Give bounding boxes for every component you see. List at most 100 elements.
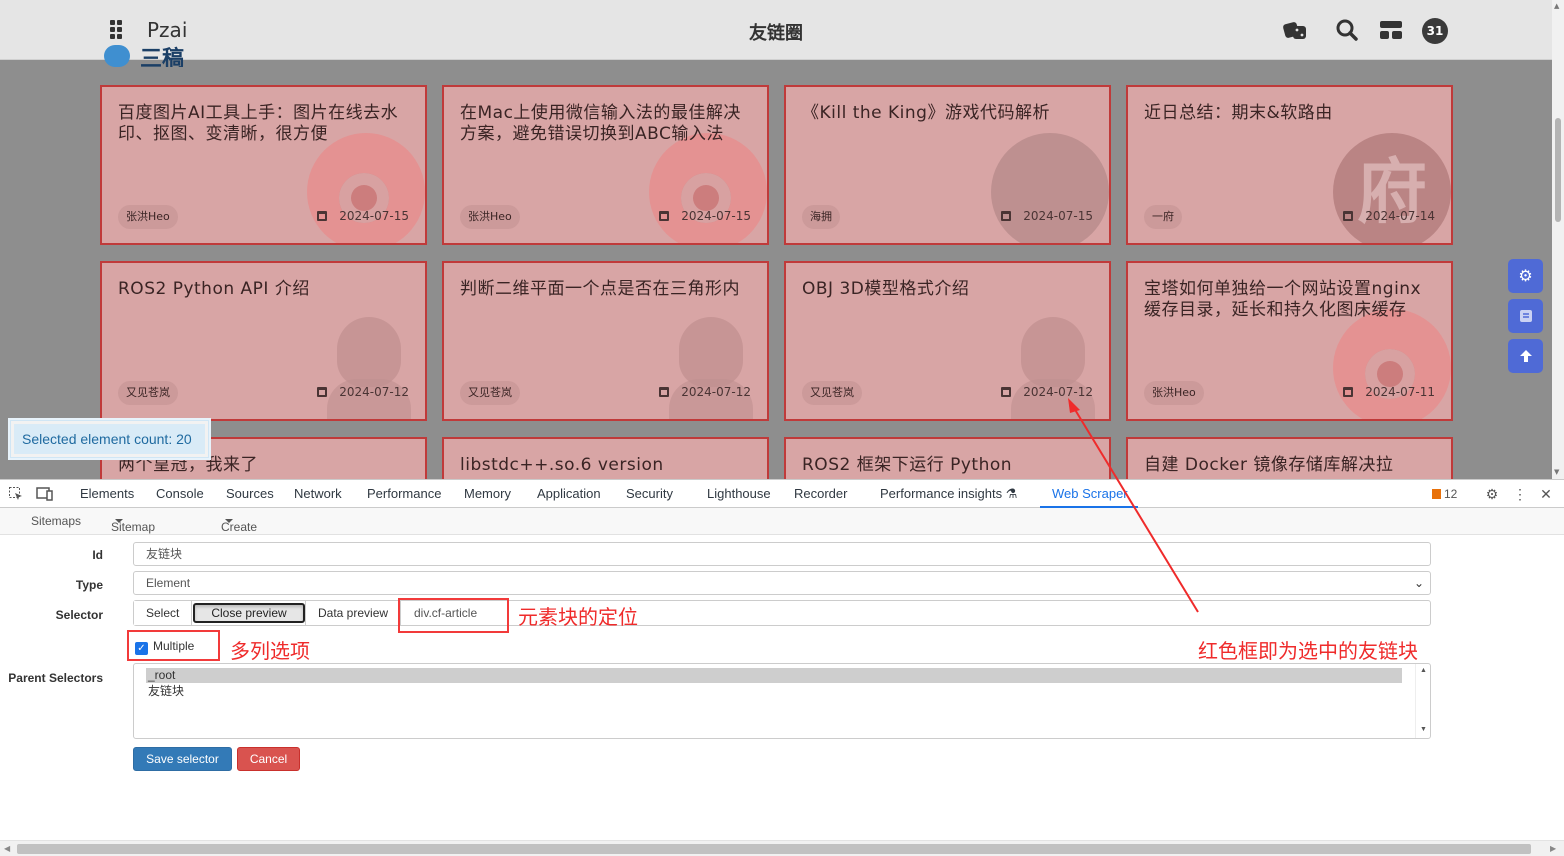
search-icon[interactable] <box>1335 18 1361 42</box>
card-date-text: 2024-07-12 <box>339 385 409 399</box>
author-avatar <box>991 309 1109 419</box>
close-devtools-icon[interactable]: ✕ <box>1538 486 1554 502</box>
author-avatar <box>1333 309 1451 419</box>
scroll-left-icon[interactable]: ◀ <box>4 844 10 853</box>
friend-card[interactable]: 在Mac上使用微信输入法的最佳解决方案，避免错误切换到ABC输入法张洪Heo 20… <box>442 85 769 245</box>
save-selector-button[interactable]: Save selector <box>133 747 232 771</box>
tab-memory[interactable]: Memory <box>464 486 511 501</box>
more-options-icon[interactable]: ⋮ <box>1512 486 1528 502</box>
friend-card[interactable]: 《Kill the King》游戏代码解析 海拥 2024-07-15 <box>784 85 1111 245</box>
card-title[interactable]: ROS2 框架下运行 Python <box>802 455 1093 476</box>
card-date-text: 2024-07-14 <box>1365 209 1435 223</box>
site-header: Pzai 友链圈 31 <box>0 0 1552 60</box>
notification-badge[interactable]: 31 <box>1422 18 1448 44</box>
card-title[interactable]: ROS2 Python API 介绍 <box>118 279 409 300</box>
card-title[interactable]: libstdc++.so.6 version <box>460 455 751 476</box>
calendar-icon <box>659 387 670 397</box>
card-title[interactable]: 宝塔如何单独给一个网站设置nginx缓存目录，延长和持久化图床缓存 <box>1144 279 1435 321</box>
page-scrollbar-thumb[interactable] <box>1555 118 1561 222</box>
author-tag[interactable]: 又见苍岚 <box>802 381 862 405</box>
device-toolbar-icon[interactable] <box>36 486 53 502</box>
close-preview-button[interactable]: Close preview <box>193 603 305 623</box>
card-title[interactable]: 两个皇冠，我来了 <box>118 455 409 476</box>
calendar-icon <box>1343 211 1354 221</box>
nav-create-sitemap[interactable]: Create new sitemap <box>221 514 263 562</box>
parent-option-root[interactable]: _root <box>146 668 1402 683</box>
site-brand[interactable]: Pzai <box>147 18 187 42</box>
tab-console[interactable]: Console <box>156 486 204 501</box>
tab-lighthouse[interactable]: Lighthouse <box>707 486 771 501</box>
friend-card[interactable]: 百度图片AI工具上手：图片在线去水印、抠图、变清晰，很方便 张洪Heo 2024-0… <box>100 85 427 245</box>
section-icon <box>104 45 130 67</box>
parent-selectors-list[interactable]: _root 友链块 ▲ ▼ <box>133 663 1431 739</box>
card-title[interactable]: 《Kill the King》游戏代码解析 <box>802 103 1093 124</box>
id-input[interactable]: 友链块 <box>133 542 1431 566</box>
inspect-element-icon[interactable] <box>8 486 24 502</box>
calendar-icon <box>1343 387 1354 397</box>
issues-counter[interactable]: 12 <box>1432 487 1457 501</box>
tab-performance[interactable]: Performance <box>367 486 441 501</box>
card-title[interactable]: 在Mac上使用微信输入法的最佳解决方案，避免错误切换到ABC输入法 <box>460 103 751 145</box>
friend-card[interactable]: OBJ 3D模型格式介绍 又见苍岚 2024-07-12 <box>784 261 1111 421</box>
tab-security[interactable]: Security <box>626 486 673 501</box>
page-scrollbar[interactable]: ▲ ▼ <box>1552 0 1564 479</box>
friend-card[interactable]: ROS2 框架下运行 Python <box>784 437 1111 479</box>
tab-performance-insights[interactable]: Performance insights ⚗ <box>880 486 1017 502</box>
card-title[interactable]: OBJ 3D模型格式介绍 <box>802 279 1093 300</box>
card-date-text: 2024-07-12 <box>681 385 751 399</box>
author-avatar <box>649 133 767 243</box>
horizontal-scrollbar-thumb[interactable] <box>17 844 1531 854</box>
nav-sitemap-blog[interactable]: Sitemap blog <box>111 514 155 548</box>
friend-card[interactable]: 判断二维平面一个点是否在三角形内 又见苍岚 2024-07-12 <box>442 261 769 421</box>
author-tag[interactable]: 张洪Heo <box>460 205 520 229</box>
menu-icon[interactable] <box>110 20 124 40</box>
horizontal-scrollbar[interactable]: ◀ ▶ <box>0 840 1564 856</box>
select-button[interactable]: Select <box>134 601 193 625</box>
author-tag[interactable]: 一府 <box>1144 205 1182 229</box>
cancel-button[interactable]: Cancel <box>237 747 300 771</box>
card-date-text: 2024-07-15 <box>681 209 751 223</box>
card-title[interactable]: 近日总结：期末&软路由 <box>1144 103 1435 124</box>
tab-web-scraper[interactable]: Web Scraper <box>1052 486 1128 501</box>
tab-sources[interactable]: Sources <box>226 486 274 501</box>
card-title[interactable]: 自建 Docker 镜像存储库解决拉 <box>1144 455 1435 476</box>
card-date-text: 2024-07-15 <box>1023 209 1093 223</box>
tab-application[interactable]: Application <box>537 486 601 501</box>
friend-card[interactable]: 自建 Docker 镜像存储库解决拉 <box>1126 437 1453 479</box>
nav-sitemaps[interactable]: Sitemaps <box>31 514 81 528</box>
tab-recorder[interactable]: Recorder <box>794 486 847 501</box>
friend-card[interactable]: ROS2 Python API 介绍 又见苍岚 2024-07-12 <box>100 261 427 421</box>
friend-card[interactable]: 府 近日总结：期末&软路由 一府 2024-07-14 <box>1126 85 1453 245</box>
gear-icon[interactable]: ⚙ <box>1508 259 1543 293</box>
arrow-up-icon[interactable] <box>1508 339 1543 373</box>
scroll-up-icon[interactable]: ▲ <box>1420 667 1427 674</box>
scroll-right-icon[interactable]: ▶ <box>1550 844 1556 853</box>
card-title[interactable]: 判断二维平面一个点是否在三角形内 <box>460 279 751 300</box>
author-tag[interactable]: 张洪Heo <box>1144 381 1204 405</box>
calendar-icon <box>1001 211 1012 221</box>
card-date: 2024-07-15 <box>1001 209 1093 223</box>
data-preview-button[interactable]: Data preview <box>305 601 402 625</box>
friend-card[interactable]: 宝塔如何单独给一个网站设置nginx缓存目录，延长和持久化图床缓存 张洪Heo 20… <box>1126 261 1453 421</box>
author-tag[interactable]: 张洪Heo <box>118 205 178 229</box>
type-select[interactable]: Element ⌄ <box>133 571 1431 595</box>
friend-card[interactable]: libstdc++.so.6 version <box>442 437 769 479</box>
card-date: 2024-07-12 <box>1001 385 1093 399</box>
list-scrollbar[interactable]: ▲ ▼ <box>1415 664 1430 738</box>
tab-network[interactable]: Network <box>294 486 342 501</box>
layout-icon[interactable] <box>1378 18 1404 42</box>
settings-gear-icon[interactable]: ⚙ <box>1484 486 1500 502</box>
author-tag[interactable]: 海拥 <box>802 205 840 229</box>
parent-option-friendlink[interactable]: 友链块 <box>146 684 1402 699</box>
dice-icon[interactable] <box>1282 18 1308 42</box>
author-avatar <box>991 133 1109 243</box>
card-title[interactable]: 百度图片AI工具上手：图片在线去水印、抠图、变清晰，很方便 <box>118 103 409 145</box>
doc-icon[interactable] <box>1508 299 1543 333</box>
calendar-icon <box>317 387 328 397</box>
tab-performance-insights-label: Performance insights <box>880 486 1003 501</box>
author-tag[interactable]: 又见苍岚 <box>118 381 178 405</box>
author-tag[interactable]: 又见苍岚 <box>460 381 520 405</box>
scroll-down-icon[interactable]: ▼ <box>1420 726 1427 733</box>
redbox-annotation: 红色框即为选中的友链块 <box>1198 639 1418 663</box>
tab-elements[interactable]: Elements <box>80 486 134 501</box>
